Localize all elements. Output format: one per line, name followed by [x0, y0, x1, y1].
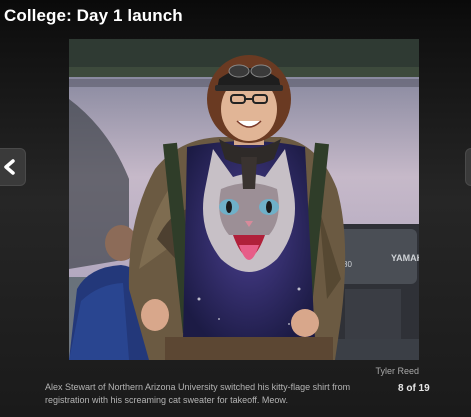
chevron-left-icon	[4, 159, 15, 175]
photo-caption: Alex Stewart of Northern Arizona Univers…	[45, 382, 351, 405]
engine-brand-label: YAMAHA	[391, 253, 419, 263]
gallery-title: College: Day 1 launch	[4, 6, 183, 25]
photo-credit: Tyler Reed	[375, 366, 419, 376]
photo-gallery: College: Day 1 launch YAMA 80 Tyler Reed…	[0, 0, 471, 417]
previous-photo-button[interactable]	[0, 148, 26, 186]
next-photo-button[interactable]	[465, 148, 471, 186]
gallery-photo: YAMAHA 80	[69, 39, 419, 360]
photo-counter: 8 of 19	[398, 383, 430, 394]
